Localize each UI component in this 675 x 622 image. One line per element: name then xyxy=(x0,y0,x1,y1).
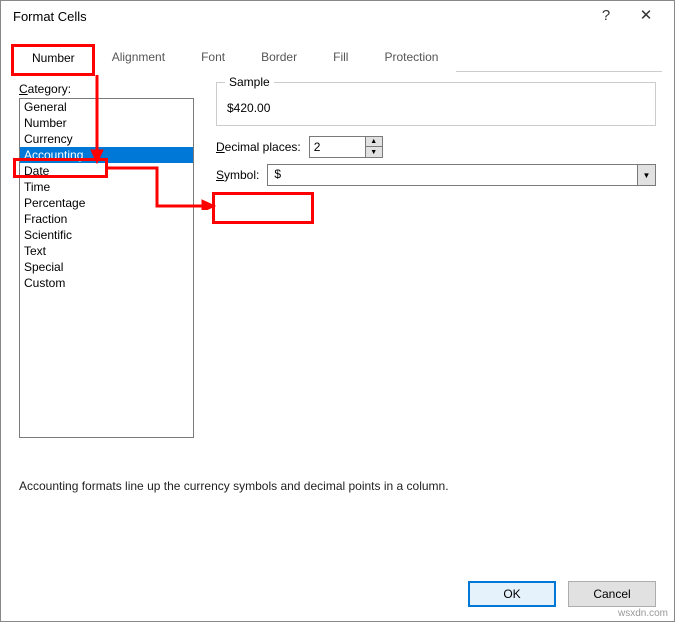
symbol-row: Symbol: $ ▼ xyxy=(216,164,656,186)
category-item-text[interactable]: Text xyxy=(20,243,193,259)
category-item-time[interactable]: Time xyxy=(20,179,193,195)
category-item-general[interactable]: General xyxy=(20,99,193,115)
watermark: wsxdn.com xyxy=(618,608,668,619)
tab-fill[interactable]: Fill xyxy=(315,44,366,72)
tab-alignment[interactable]: Alignment xyxy=(94,44,183,72)
help-icon[interactable]: ? xyxy=(586,1,626,31)
tab-border[interactable]: Border xyxy=(243,44,315,72)
symbol-label: Symbol: xyxy=(216,168,259,182)
spinner-down-icon[interactable]: ▼ xyxy=(366,147,382,157)
cancel-button[interactable]: Cancel xyxy=(568,581,656,607)
sample-value: $420.00 xyxy=(227,101,645,115)
category-item-percentage[interactable]: Percentage xyxy=(20,195,193,211)
category-item-fraction[interactable]: Fraction xyxy=(20,211,193,227)
category-item-currency[interactable]: Currency xyxy=(20,131,193,147)
category-item-accounting[interactable]: Accounting xyxy=(20,147,193,163)
tab-font[interactable]: Font xyxy=(183,44,243,72)
symbol-dropdown[interactable]: $ ▼ xyxy=(267,164,656,186)
chevron-down-icon[interactable]: ▼ xyxy=(637,165,655,185)
decimal-row: Decimal places: ▲ ▼ xyxy=(216,136,656,158)
decimal-input[interactable] xyxy=(310,137,365,157)
category-item-scientific[interactable]: Scientific xyxy=(20,227,193,243)
dialog-footer: OK Cancel xyxy=(468,581,656,607)
category-item-date[interactable]: Date xyxy=(20,163,193,179)
category-listbox[interactable]: General Number Currency Accounting Date … xyxy=(19,98,194,438)
category-item-special[interactable]: Special xyxy=(20,259,193,275)
spinner-up-icon[interactable]: ▲ xyxy=(366,137,382,147)
tab-protection[interactable]: Protection xyxy=(366,44,456,72)
close-icon[interactable]: ✕ xyxy=(626,1,666,31)
ok-button[interactable]: OK xyxy=(468,581,556,607)
sample-legend: Sample xyxy=(225,75,274,89)
sample-box: Sample $420.00 xyxy=(216,82,656,126)
tab-number[interactable]: Number xyxy=(13,44,94,72)
tab-strip: Number Alignment Font Border Fill Protec… xyxy=(13,43,662,72)
tab-content: Category: General Number Currency Accoun… xyxy=(1,72,674,438)
decimal-label: Decimal places: xyxy=(216,140,301,154)
decimal-spinner[interactable]: ▲ ▼ xyxy=(309,136,383,158)
format-options: Sample $420.00 Decimal places: ▲ ▼ Symbo… xyxy=(216,82,656,192)
titlebar: Format Cells ? ✕ xyxy=(1,1,674,31)
category-item-number[interactable]: Number xyxy=(20,115,193,131)
format-description: Accounting formats line up the currency … xyxy=(19,479,656,493)
window-title: Format Cells xyxy=(13,9,586,24)
symbol-value: $ xyxy=(268,165,637,185)
spinner-buttons: ▲ ▼ xyxy=(365,137,382,157)
category-item-custom[interactable]: Custom xyxy=(20,275,193,291)
